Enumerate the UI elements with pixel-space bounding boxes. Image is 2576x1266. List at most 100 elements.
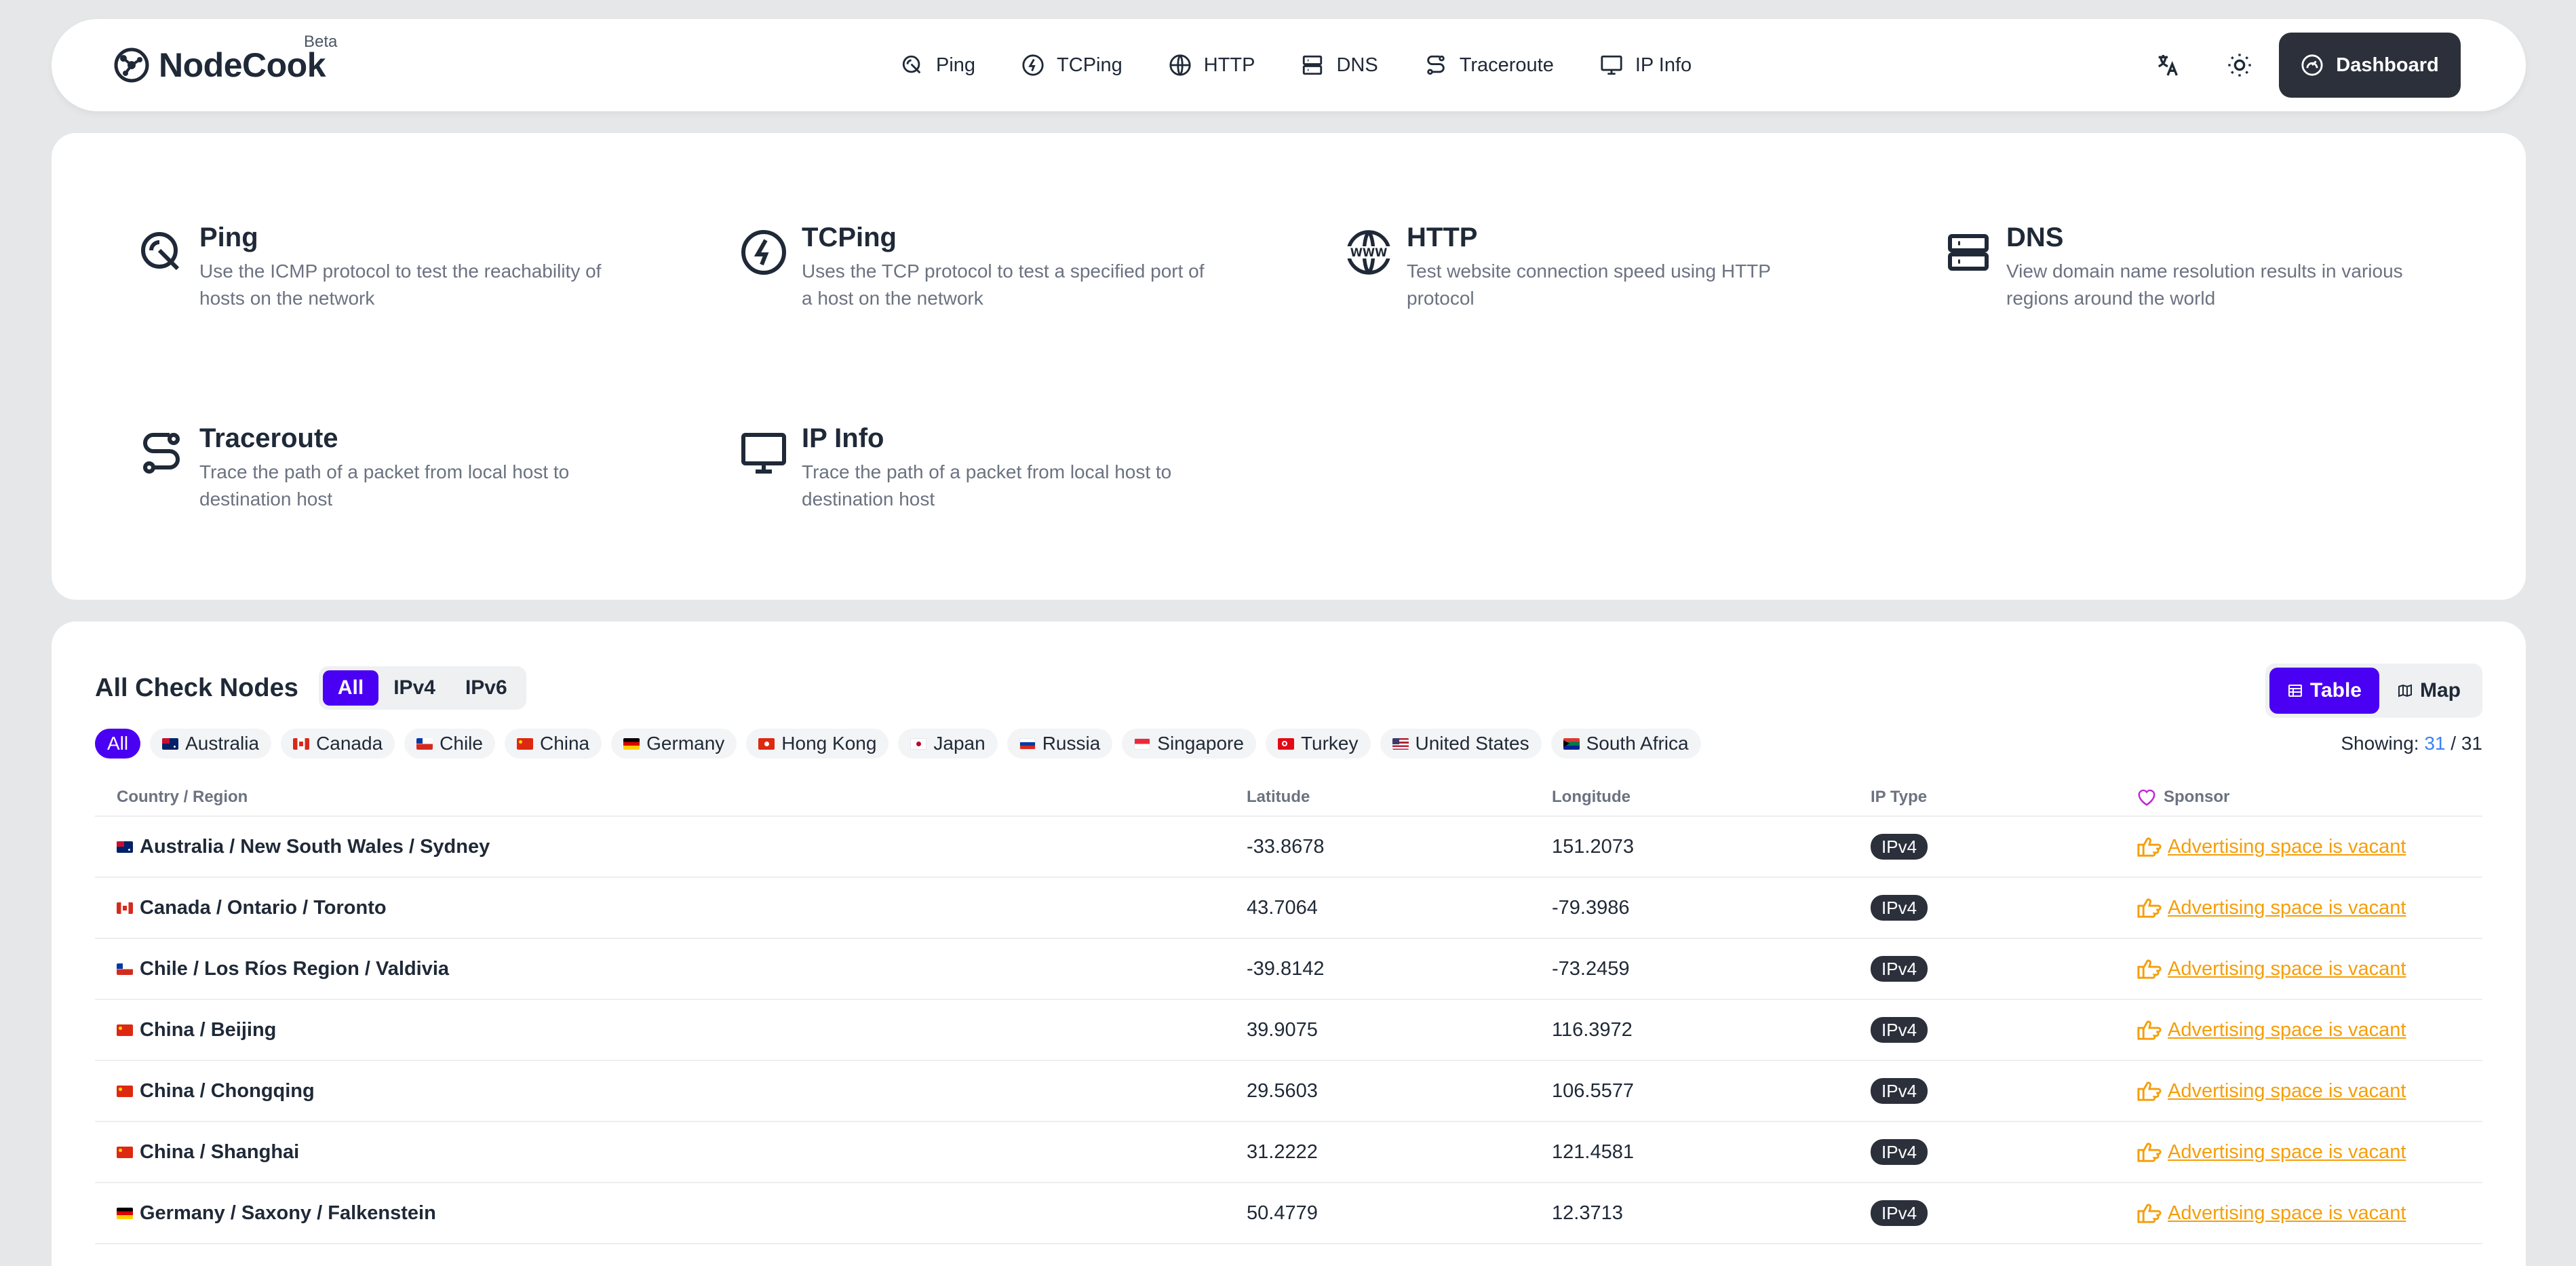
nav-ipinfo[interactable]: IP Info [1577, 44, 1715, 86]
row-longitude: 12.3713 [1552, 1202, 1623, 1224]
brand[interactable]: NodeCook [114, 19, 326, 111]
dashboard-button[interactable]: Dashboard [2279, 33, 2461, 98]
pointing-hand-icon [2137, 1020, 2162, 1040]
showing-label: Showing: [2341, 733, 2419, 754]
flag-canada-icon [293, 737, 310, 750]
bolt-icon [741, 230, 786, 275]
col-latitude[interactable]: Latitude [1247, 788, 1552, 807]
nav-ping-label: Ping [936, 54, 976, 76]
nav-ipinfo-label: IP Info [1635, 54, 1692, 76]
ip-filter-ipv6[interactable]: IPv6 [450, 670, 522, 706]
tool-desc: Test website connection speed using HTTP [1407, 261, 1771, 282]
bolt-icon [1022, 54, 1044, 76]
table-icon [2288, 685, 2302, 697]
ip-type-badge: IPv4 [1871, 956, 1928, 982]
nav-http[interactable]: HTTP [1146, 44, 1279, 86]
region-chip-australia[interactable]: Australia [150, 729, 272, 759]
showing-total: 31 [2461, 733, 2482, 754]
row-location: Chile / Los Ríos Region / Valdivia [140, 957, 450, 980]
language-button[interactable] [2135, 33, 2200, 98]
sponsor-link[interactable]: Advertising space is vacant [2168, 836, 2406, 858]
row-location: Australia / New South Wales / Sydney [140, 835, 490, 858]
tool-ipinfo[interactable]: IP Info Trace the path of a packet from … [739, 422, 1171, 513]
col-sponsor[interactable]: Sponsor [2136, 788, 2482, 807]
table-row[interactable]: Chile / Los Ríos Region / Valdivia -39.8… [95, 939, 2482, 1000]
sun-icon [2228, 54, 2251, 77]
ip-type-badge: IPv4 [1871, 1017, 1928, 1043]
region-chip-china[interactable]: China [504, 729, 602, 759]
tool-title: HTTP [1407, 223, 1478, 252]
sponsor-link[interactable]: Advertising space is vacant [2168, 1141, 2406, 1164]
view-map-button[interactable]: Map [2379, 668, 2478, 714]
sponsor-link[interactable]: Advertising space is vacant [2168, 1019, 2406, 1041]
region-chip-chile[interactable]: Chile [404, 729, 495, 759]
sponsor-link[interactable]: Advertising space is vacant [2168, 958, 2406, 980]
tool-title: Ping [199, 223, 258, 252]
tool-ping[interactable]: Ping Use the ICMP protocol to test the r… [137, 221, 601, 312]
view-table-button[interactable]: Table [2269, 668, 2379, 714]
tool-http[interactable]: WWW HTTP Test website connection speed u… [1344, 221, 1771, 312]
region-chip-unitedstates[interactable]: United States [1380, 729, 1542, 759]
flag-singapore-icon [1134, 737, 1151, 750]
table-row[interactable]: Australia / New South Wales / Sydney -33… [95, 817, 2482, 878]
region-chip-southafrica[interactable]: South Africa [1550, 729, 1701, 759]
tool-desc: Trace the path of a packet from local ho… [199, 461, 570, 482]
nodes-table: Country / Region Latitude Longitude IP T… [95, 779, 2482, 1244]
col-iptype[interactable]: IP Type [1871, 788, 2136, 807]
theme-toggle-button[interactable] [2207, 33, 2272, 98]
sponsor-link[interactable]: Advertising space is vacant [2168, 1202, 2406, 1225]
col-longitude[interactable]: Longitude [1552, 788, 1871, 807]
region-chip-singapore[interactable]: Singapore [1122, 729, 1256, 759]
region-chip-hongkong[interactable]: Hong Kong [746, 729, 889, 759]
nav-tcping[interactable]: TCPing [998, 44, 1146, 86]
region-chip-all[interactable]: All [95, 729, 141, 759]
showing-count: Showing: 31 / 31 [2341, 733, 2482, 754]
table-row[interactable]: China / Shanghai 31.2222 121.4581 IPv4 A… [95, 1122, 2482, 1183]
row-longitude: 151.2073 [1552, 835, 1634, 858]
flag-chile-icon [117, 963, 133, 975]
col-country[interactable]: Country / Region [95, 788, 1247, 807]
sponsor-link[interactable]: Advertising space is vacant [2168, 1080, 2406, 1102]
table-row[interactable]: Canada / Ontario / Toronto 43.7064 -79.3… [95, 878, 2482, 939]
nav-tcping-label: TCPing [1057, 54, 1123, 76]
nodes-header: All Check Nodes All IPv4 IPv6 [95, 666, 526, 710]
tool-traceroute[interactable]: Traceroute Trace the path of a packet fr… [137, 422, 569, 513]
region-chip-canada[interactable]: Canada [281, 729, 395, 759]
nav-dns-label: DNS [1336, 54, 1378, 76]
nav-ping[interactable]: Ping [878, 44, 998, 86]
flag-chile-icon [416, 737, 433, 750]
sponsor-link[interactable]: Advertising space is vacant [2168, 897, 2406, 919]
table-row[interactable]: China / Beijing 39.9075 116.3972 IPv4 Ad… [95, 1000, 2482, 1061]
logo-icon [114, 47, 149, 83]
globe-icon [1169, 54, 1191, 76]
region-label: Australia [185, 733, 260, 754]
region-chip-japan[interactable]: Japan [898, 729, 998, 759]
row-longitude: 116.3972 [1552, 1018, 1633, 1041]
flag-canada-icon [117, 902, 133, 914]
nav-traceroute[interactable]: Traceroute [1401, 44, 1577, 86]
tool-desc: destination host [802, 488, 935, 510]
flag-china-icon [117, 1024, 133, 1036]
region-chip-turkey[interactable]: Turkey [1265, 729, 1371, 759]
ip-filter-ipv4[interactable]: IPv4 [378, 670, 450, 706]
ping-icon [902, 55, 921, 74]
flag-australia-icon [162, 737, 179, 750]
view-toggle: Table Map [2265, 664, 2482, 718]
showing-current: 31 [2424, 733, 2446, 754]
flag-australia-icon [117, 841, 133, 853]
tool-dns[interactable]: DNS View domain name resolution results … [1944, 221, 2403, 312]
beta-badge: Beta [304, 33, 338, 51]
table-row[interactable]: Germany / Saxony / Falkenstein 50.4779 1… [95, 1183, 2482, 1244]
region-chip-germany[interactable]: Germany [611, 729, 737, 759]
tool-tcping[interactable]: TCPing Uses the TCP protocol to test a s… [739, 221, 1205, 312]
svg-text:WWW: WWW [1350, 246, 1388, 259]
tools-card: Ping Use the ICMP protocol to test the r… [52, 133, 2526, 600]
ip-filter-all[interactable]: All [322, 670, 379, 706]
region-chip-russia[interactable]: Russia [1007, 729, 1113, 759]
nav-dns[interactable]: DNS [1278, 44, 1401, 86]
table-row[interactable]: China / Chongqing 29.5603 106.5577 IPv4 … [95, 1061, 2482, 1122]
ip-type-badge: IPv4 [1871, 895, 1928, 921]
region-label: South Africa [1586, 733, 1689, 754]
tool-desc: protocol [1407, 288, 1475, 309]
region-label: Russia [1042, 733, 1101, 754]
